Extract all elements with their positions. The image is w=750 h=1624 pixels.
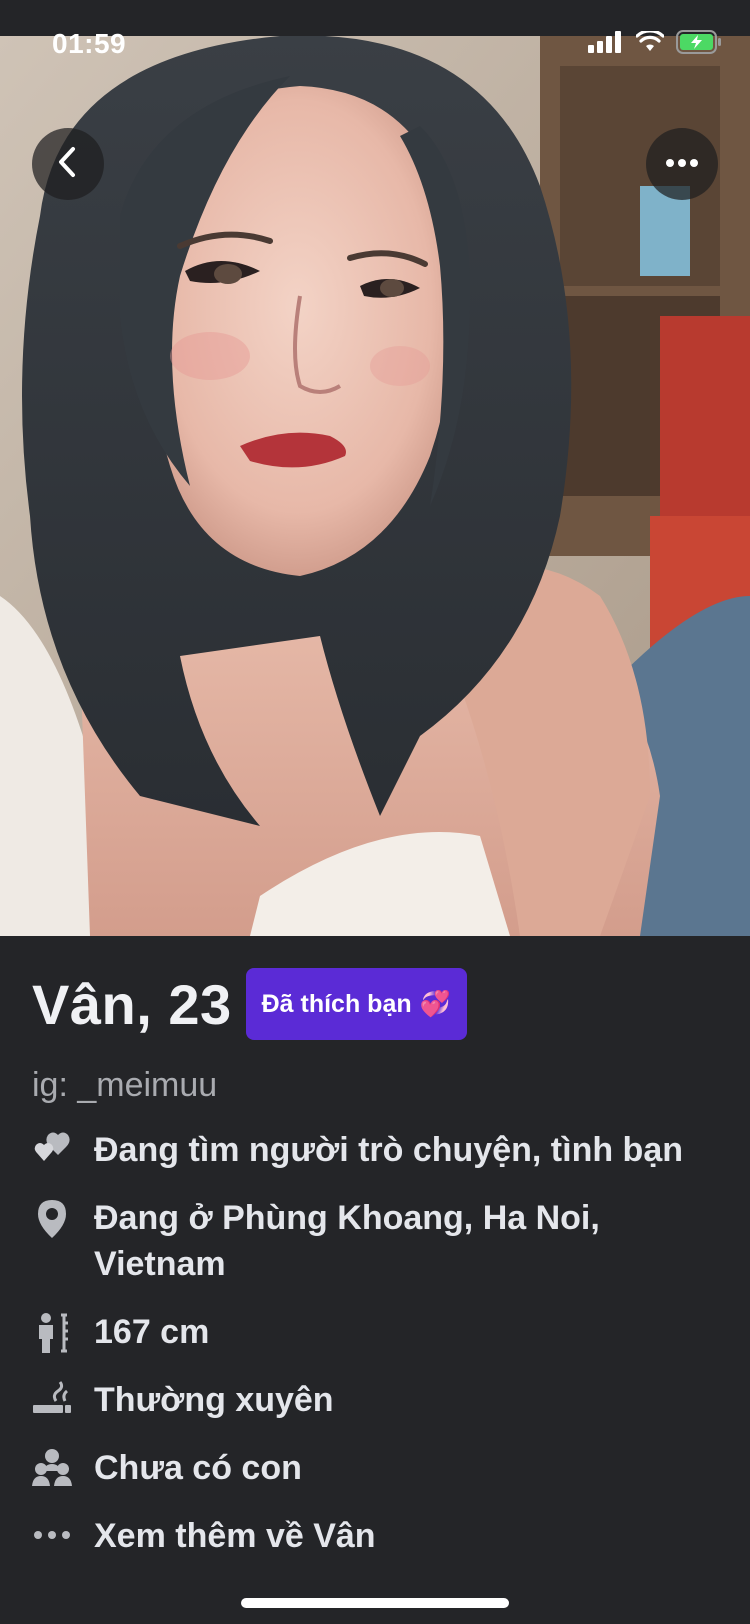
detail-text: Thường xuyên xyxy=(94,1381,334,1419)
detail-text: Đang ở Phùng Khoang, Ha Noi, Vietnam xyxy=(94,1199,600,1283)
name-row: Vân, 23 Đã thích bạn 💞 xyxy=(32,968,718,1040)
home-indicator[interactable] xyxy=(241,1598,509,1608)
chevron-left-icon xyxy=(55,145,81,184)
status-icons xyxy=(588,29,722,59)
profile-photo[interactable] xyxy=(0,36,750,936)
detail-location: Đang ở Phùng Khoang, Ha Noi, Vietnam xyxy=(32,1195,718,1287)
detail-children: Chưa có con xyxy=(32,1445,718,1491)
liked-you-badge: Đã thích bạn 💞 xyxy=(245,968,467,1040)
detail-height: 167 cm xyxy=(32,1309,718,1355)
instagram-handle: ig: _meimuu xyxy=(32,1066,218,1104)
more-dots-icon xyxy=(665,155,699,173)
more-dots-icon xyxy=(32,1517,72,1553)
profile-name-age: Vân, 23 xyxy=(32,972,232,1036)
detail-text: Chưa có con xyxy=(94,1449,302,1487)
signal-icon xyxy=(588,31,624,58)
liked-badge-label: Đã thích bạn xyxy=(261,990,412,1018)
hearts-icon xyxy=(32,1131,72,1167)
back-button[interactable] xyxy=(32,128,104,200)
battery-charging-icon xyxy=(676,30,722,59)
detail-text: Đang tìm người trò chuyện, tình bạn xyxy=(94,1131,684,1169)
profile-info: Vân, 23 Đã thích bạn 💞 ig: _meimuu Đang … xyxy=(0,936,750,1624)
detail-looking-for: Đang tìm người trò chuyện, tình bạn xyxy=(32,1127,718,1173)
children-icon xyxy=(32,1449,72,1487)
see-more-text[interactable]: Xem thêm về Vân xyxy=(94,1513,376,1559)
detail-smoking: Thường xuyên xyxy=(32,1377,718,1423)
location-pin-icon xyxy=(32,1199,72,1239)
height-icon xyxy=(32,1313,72,1353)
dating-profile-screen: 01:59 Vân, 23 Đã thích bạn 💞 ig: _meimuu… xyxy=(0,0,750,1624)
status-time: 01:59 xyxy=(52,28,127,59)
detail-text: 167 cm xyxy=(94,1313,210,1351)
wifi-icon xyxy=(635,29,665,58)
see-more-row[interactable]: Xem thêm về Vân xyxy=(32,1513,718,1559)
hearts-emoji-icon: 💞 xyxy=(419,990,451,1018)
more-options-button[interactable] xyxy=(646,128,718,200)
smoking-icon xyxy=(32,1381,72,1417)
